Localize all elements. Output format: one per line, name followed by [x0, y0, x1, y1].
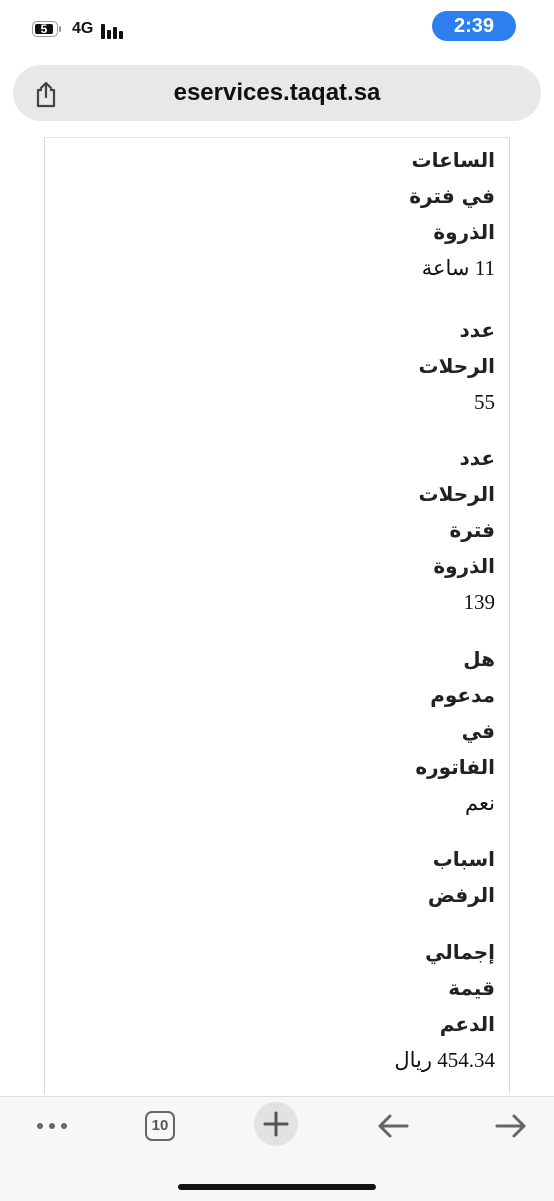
field-label: الفاتوره	[415, 755, 495, 779]
field-label: في فترة	[409, 184, 495, 208]
field-value: 139	[463, 590, 496, 614]
field-label: قيمة	[448, 976, 495, 1000]
status-bar: 5 4G 2:39	[0, 0, 554, 60]
network-type: 4G	[72, 20, 94, 37]
field-label: الرحلات	[418, 354, 495, 378]
tab-count[interactable]: 10	[145, 1111, 175, 1141]
field-label: الدعم	[439, 1012, 495, 1036]
page-content: الساعات في فترة الذروة 11 ساعة عدد الرحل…	[44, 137, 510, 1094]
field-label: هل	[463, 647, 495, 671]
arrow-right-icon[interactable]	[493, 1106, 529, 1146]
battery-icon: 5	[32, 21, 62, 39]
address-bar[interactable]: eservices.taqat.sa	[13, 65, 541, 121]
browser-toolbar: 10	[0, 1096, 554, 1201]
signal-strength-icon	[101, 23, 129, 39]
field-label: الساعات	[411, 148, 496, 172]
field-value: 11 ساعة	[421, 256, 495, 280]
arrow-left-icon[interactable]	[375, 1106, 411, 1146]
field-label: إجمالي	[425, 940, 495, 964]
field-peak-hours: الساعات في فترة الذروة 11 ساعة	[409, 142, 495, 286]
field-invoice-supported: هل مدعوم في الفاتوره نعم	[415, 641, 495, 821]
share-icon[interactable]	[33, 80, 59, 108]
field-label: الرفض	[427, 883, 495, 907]
field-trip-count: عدد الرحلات 55	[418, 312, 495, 420]
home-indicator[interactable]	[178, 1184, 376, 1190]
plus-icon[interactable]	[254, 1102, 298, 1146]
field-label: الرحلات	[418, 482, 495, 506]
field-value: 55	[474, 390, 495, 414]
field-label: اسباب	[432, 847, 495, 871]
field-label: في	[461, 719, 495, 743]
clock-time[interactable]: 2:39	[432, 11, 516, 41]
battery-level: 5	[35, 23, 53, 35]
field-peak-trip-count: عدد الرحلات فترة الذروة 139	[418, 440, 495, 620]
field-label: مدعوم	[430, 683, 495, 707]
tabs-button[interactable]: 10	[143, 1106, 177, 1146]
field-label: عدد	[459, 318, 495, 342]
field-label: فترة	[449, 518, 495, 542]
field-total-support: إجمالي قيمة الدعم 454.34 ريال	[394, 934, 495, 1078]
field-label: الذروة	[433, 220, 495, 244]
ellipsis-icon[interactable]	[32, 1106, 72, 1146]
field-value: 454.34 ريال	[394, 1048, 495, 1072]
url-text[interactable]: eservices.taqat.sa	[13, 65, 541, 121]
field-label: الذروة	[433, 554, 495, 578]
field-label: عدد	[459, 446, 495, 470]
new-tab-button[interactable]	[254, 1102, 298, 1146]
field-rejection-reasons: اسباب الرفض	[428, 841, 495, 913]
field-value: نعم	[465, 791, 495, 815]
